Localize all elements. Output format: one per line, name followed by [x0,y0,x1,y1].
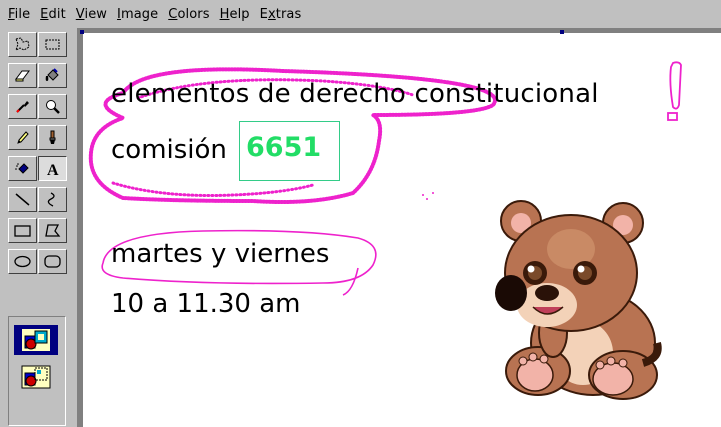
polygon-icon [45,224,61,237]
eraser-icon [15,70,30,82]
svg-text:A: A [47,162,59,177]
rectangle-icon [14,225,31,237]
text-tool[interactable]: A [38,156,67,181]
schedule-text: 10 a 11.30 am [111,289,301,319]
menu-image[interactable]: Image [112,7,163,22]
transparent-shapes-icon [21,365,51,389]
magnifier-icon [46,100,60,114]
pencil-tool[interactable] [8,125,37,150]
days-text: martes y viernes [111,239,330,269]
course-title-text: elementos de derecho constitucional [111,79,599,109]
menu-bar: File Edit View Image Colors Help Extras [0,0,721,28]
rect-select-tool[interactable] [38,32,67,57]
magnifier-tool[interactable] [38,94,67,119]
canvas-resize-handle[interactable] [560,30,564,34]
tool-options-panel [8,316,66,426]
curve-tool[interactable] [38,187,67,212]
opaque-shapes-icon [22,329,50,351]
airbrush-icon [15,163,29,174]
exclamation-doodle [669,61,682,110]
text-tool-icon: A [47,162,59,177]
drawing-canvas[interactable]: elementos de derecho constitucional comi… [83,33,721,427]
menu-file[interactable]: File [3,7,35,22]
ellipse-tool[interactable] [8,249,37,274]
color-picker-tool[interactable] [8,94,37,119]
polygon-tool[interactable] [38,218,67,243]
eyedropper-icon [16,101,29,113]
menu-colors[interactable]: Colors [163,7,214,22]
rect-select-icon [45,39,60,50]
brush-tool[interactable] [38,125,67,150]
transparent-background-option[interactable] [14,362,58,392]
line-icon [15,193,30,206]
line-tool[interactable] [8,187,37,212]
curve-icon [47,192,55,207]
rectangle-tool[interactable] [8,218,37,243]
rounded-rectangle-icon [44,255,61,268]
commission-label-text: comisión [111,135,227,165]
menu-view[interactable]: View [71,7,112,22]
airbrush-tool[interactable] [8,156,37,181]
menu-help[interactable]: Help [215,7,255,22]
commission-code-text: 6651 [246,132,322,163]
fill-tool[interactable] [38,63,67,88]
paint-bucket-icon [45,68,59,81]
brush-icon [49,130,56,144]
canvas-resize-handle[interactable] [80,30,84,34]
rounded-rectangle-tool[interactable] [38,249,67,274]
eraser-tool[interactable] [8,63,37,88]
toolbox: A [0,28,78,427]
opaque-background-option[interactable] [14,325,58,355]
pencil-icon [17,131,29,144]
free-select-tool[interactable] [8,32,37,57]
menu-edit[interactable]: Edit [35,7,71,22]
menu-extras[interactable]: Extras [255,7,307,22]
commission-code-box: 6651 [239,121,340,181]
ellipse-icon [14,255,31,268]
teddy-bear-image [495,200,662,400]
free-select-icon [15,37,30,51]
